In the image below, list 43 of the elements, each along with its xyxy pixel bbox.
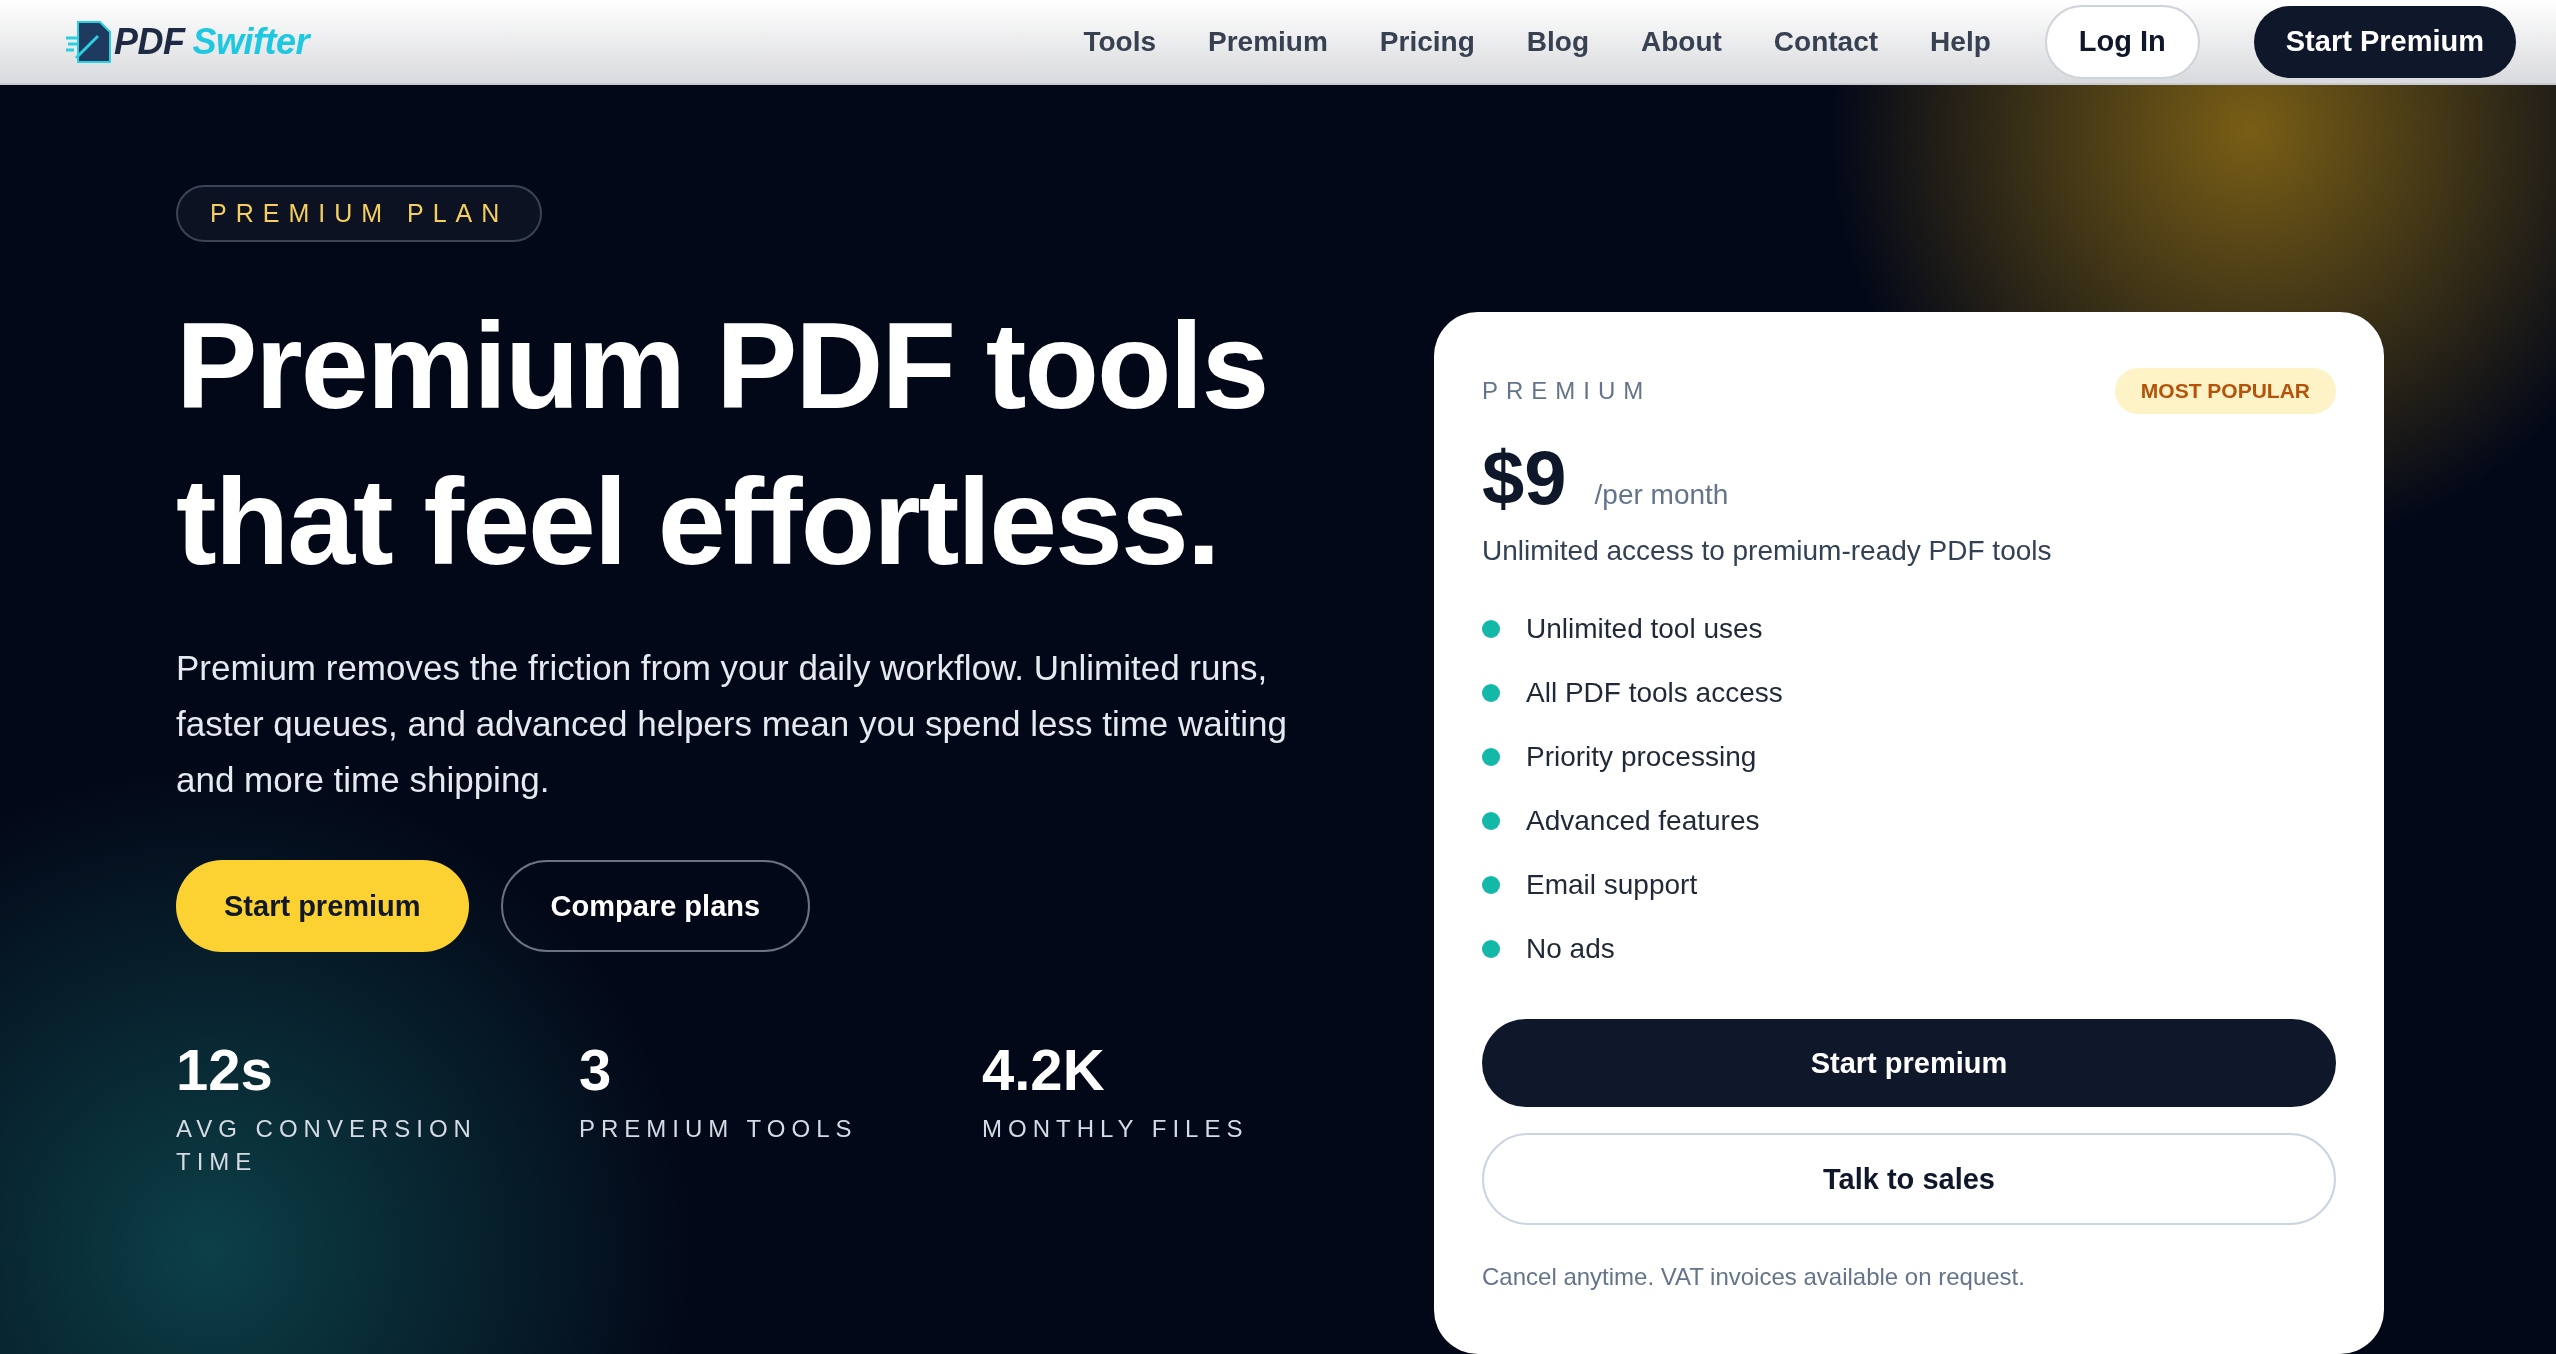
stat-label: PREMIUM TOOLS [579, 1114, 859, 1144]
feature-text: Priority processing [1526, 740, 1757, 774]
bullet-dot-icon [1482, 812, 1500, 830]
nav-link[interactable]: Help [1908, 15, 2013, 68]
popular-tag: MOST POPULAR [2114, 368, 2336, 414]
hero-heading: that feel effortless. [176, 453, 1220, 592]
bullet-dot-icon [1482, 684, 1500, 702]
start-premium-button[interactable]: Start Premium [2253, 5, 2516, 78]
stat-value: 12s [176, 1038, 273, 1102]
logo-icon [64, 19, 114, 64]
nav-link[interactable]: Contact [1751, 15, 1901, 68]
feature-text: Email support [1526, 868, 1698, 902]
feature-text: Advanced features [1526, 804, 1760, 838]
stat-label: MONTHLY FILES [982, 1114, 1250, 1144]
outline-button[interactable]: Compare plans [500, 860, 811, 952]
bullet-dot-icon [1482, 620, 1500, 638]
price-period: /per month [1594, 479, 1729, 511]
primary-button[interactable]: Start premium [176, 860, 469, 952]
plan-summary: Unlimited access to premium-ready PDF tools [1482, 535, 2053, 567]
nav-link[interactable]: Tools [1061, 15, 1179, 68]
primary-button[interactable]: Start premium [1482, 1019, 2336, 1107]
hero-heading: Premium PDF tools [176, 297, 1268, 436]
stat-label: AVG CONVERSION TIME [176, 1114, 478, 1177]
bullet-dot-icon [1482, 940, 1500, 958]
plan-name: PREMIUM [1482, 377, 1652, 405]
nav-link[interactable]: Premium [1186, 15, 1350, 68]
brand-logo[interactable]: PDF Swifter [114, 20, 310, 63]
feature-text: All PDF tools access [1526, 676, 1783, 710]
plan-badge: PREMIUM PLAN [176, 185, 543, 242]
feature-text: No ads [1526, 932, 1615, 966]
feature-text: Unlimited tool uses [1526, 612, 1763, 646]
stat-value: 4.2K [982, 1038, 1105, 1102]
nav-link[interactable]: About [1619, 15, 1744, 68]
stat-value: 3 [579, 1038, 612, 1102]
bullet-dot-icon [1482, 876, 1500, 894]
cancel-note: Cancel anytime. VAT invoices available on request. [1482, 1263, 2026, 1291]
login-button[interactable]: Log In [2044, 4, 2200, 79]
outline-button[interactable]: Talk to sales [1482, 1133, 2336, 1225]
nav-link[interactable]: Pricing [1357, 15, 1497, 68]
bullet-dot-icon [1482, 748, 1500, 766]
price: $9 [1482, 434, 1567, 521]
hero-description: Premium removes the friction from your daily workflow. Unlimited runs, faster queues, and advanced helpers mean you spend less time waiting and more time shipping. [176, 647, 1288, 801]
nav-link[interactable]: Blog [1504, 15, 1611, 68]
